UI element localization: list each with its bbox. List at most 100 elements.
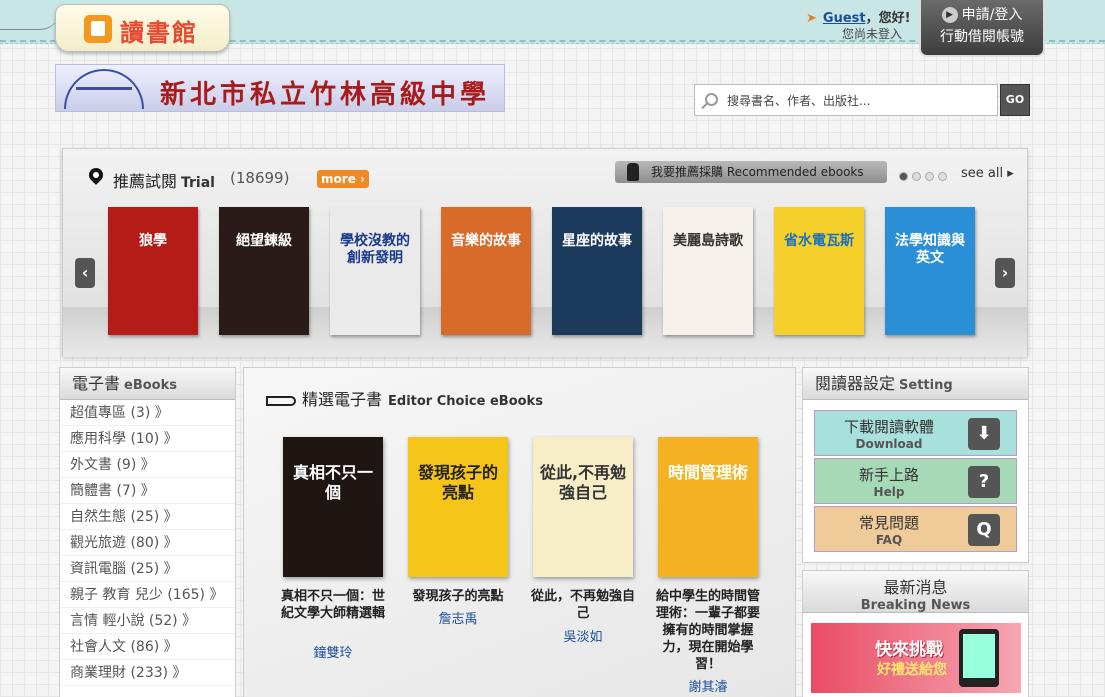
book-cover-title: 發現孩子的亮點 — [417, 463, 498, 502]
book-logo-icon — [84, 15, 112, 43]
setting-label: 常見問題 — [858, 514, 919, 532]
ebooks-title-zh: 電子書 — [72, 374, 121, 393]
setting-label-en: Help — [873, 485, 905, 499]
faq-button[interactable]: 常見問題 FAQ Q — [814, 506, 1017, 552]
recommend-book-cover[interactable]: 省水電瓦斯 — [774, 207, 864, 335]
news-title-en: Breaking News — [860, 598, 971, 613]
recommend-title: 推薦試閱 Trial — [113, 168, 215, 192]
logo-text: 讀書館 — [120, 19, 198, 47]
recommend-book-cover[interactable]: 美麗島詩歌 — [663, 207, 753, 335]
category-item[interactable]: 社會人文 (86) 》 — [60, 634, 235, 660]
editor-choice-title-en: Editor Choice eBooks — [388, 394, 543, 409]
search-input[interactable] — [727, 91, 987, 111]
recommend-book-cover[interactable]: 法學知識與英文 — [885, 207, 975, 335]
location-pin-icon — [86, 165, 106, 185]
recommend-purchase-button[interactable]: 我要推薦採購 Recommended ebooks — [615, 161, 887, 183]
category-item[interactable]: 商業理財 (233) 》 — [60, 660, 235, 686]
carousel-next-button[interactable]: › — [995, 258, 1015, 288]
recommend-book-cover[interactable]: 星座的故事 — [552, 207, 642, 335]
category-item[interactable]: 言情 輕小說 (52) 》 — [60, 608, 235, 634]
category-item[interactable]: 應用科學 (10) 》 — [60, 426, 235, 452]
recommend-book-cover[interactable]: 絕望鍊級 — [219, 207, 309, 335]
recommend-purchase-label: 我要推薦採購 Recommended ebooks — [651, 165, 864, 179]
see-all-label: see all — [961, 166, 1004, 181]
help-icon: ? — [968, 466, 1000, 498]
carousel-dot[interactable] — [925, 172, 934, 181]
setting-label-en: Download — [855, 437, 923, 451]
book-author-link[interactable]: 吳淡如 — [528, 626, 638, 645]
setting-label-en: FAQ — [875, 533, 903, 547]
ebooks-category-panel: 電子書 eBooks 超值專區 (3) 》應用科學 (10) 》外文書 (9) 》… — [59, 367, 236, 697]
book-cover-title: 法學知識與英文 — [895, 233, 965, 266]
category-item[interactable]: 自然生態 (25) 》 — [60, 504, 235, 530]
editor-choice-book-cover[interactable]: 時間管理術 — [658, 437, 758, 577]
setting-label: 下載閱讀軟體 — [843, 418, 934, 436]
editor-choice-panel: 精選電子書 Editor Choice eBooks 真相不只一個真相不只一個：世… — [243, 367, 796, 697]
carousel-dot[interactable] — [899, 172, 908, 181]
editor-choice-title-zh: 精選電子書 — [302, 390, 383, 409]
hand-icon — [627, 163, 639, 181]
book-title-link[interactable]: 發現孩子的亮點 — [403, 588, 513, 605]
book-cover-title: 真相不只一個 — [292, 463, 373, 502]
category-item[interactable]: 親子 教育 兒少 (165) 》 — [60, 582, 235, 608]
editor-choice-book-cover[interactable]: 發現孩子的亮點 — [408, 437, 508, 577]
recommend-book-cover[interactable]: 狼學 — [108, 207, 198, 335]
reader-settings-panel: 閱讀器設定 Setting 下載閱讀軟體 Download ⬇ 新手上路 Help? 常見問… — [802, 367, 1029, 563]
book-title-link[interactable]: 給中學生的時間管理術：一輩子都要擁有的時間掌握力，現在開始學習！ — [653, 588, 763, 673]
school-seal-icon — [64, 69, 144, 109]
book-title-link[interactable]: 真相不只一個：世紀文學大師精選輯 — [278, 588, 388, 622]
category-list: 超值專區 (3) 》應用科學 (10) 》外文書 (9) 》簡體書 (7) 》自… — [60, 400, 235, 686]
school-banner[interactable]: 新北市私立竹林高級中學 — [55, 64, 505, 112]
book-author-link[interactable]: 謝其濬 — [653, 676, 763, 695]
news-title-zh: 最新消息 — [883, 578, 948, 597]
category-item[interactable]: 觀光旅遊 (80) 》 — [60, 530, 235, 556]
book-cover-title: 狼學 — [139, 233, 167, 249]
settings-header: 閱讀器設定 Setting — [803, 368, 1028, 400]
pointing-hand-icon — [266, 395, 296, 406]
help-button[interactable]: 新手上路 Help? — [814, 458, 1017, 504]
search-go-button[interactable]: GO — [1000, 84, 1030, 116]
settings-title-zh: 閱讀器設定 — [815, 374, 896, 393]
download-icon: ⬇ — [968, 418, 1000, 450]
ebooks-title-en: eBooks — [124, 378, 177, 393]
faq-icon: Q — [968, 514, 1000, 546]
carousel-prev-button[interactable]: ‹ — [75, 258, 95, 288]
arrow-icon: ➤ — [806, 11, 817, 26]
recommend-book-cover[interactable]: 音樂的故事 — [441, 207, 531, 335]
category-item[interactable]: 資訊電腦 (25) 》 — [60, 556, 235, 582]
see-all-link[interactable]: see all ▸ — [961, 166, 1014, 181]
more-label: more — [321, 172, 356, 186]
book-cover-title: 星座的故事 — [562, 233, 632, 249]
news-banner[interactable]: 快來挑戰 好禮送給您 — [811, 623, 1021, 693]
book-cover-title: 從此,不再勉強自己 — [539, 463, 627, 502]
book-author-link[interactable]: 鐘雙玲 — [278, 642, 388, 661]
book-cover-title: 絕望鍊級 — [236, 233, 292, 249]
settings-title-en: Setting — [899, 378, 953, 393]
download-reader-button[interactable]: 下載閱讀軟體 Download ⬇ — [814, 410, 1017, 456]
more-button[interactable]: more › — [317, 170, 369, 188]
editor-choice-book-cover[interactable]: 真相不只一個 — [283, 437, 383, 577]
carousel-dot[interactable] — [912, 172, 921, 181]
login-status: 您尚未登入 — [842, 27, 903, 41]
book-title-link[interactable]: 從此，不再勉強自己 — [528, 588, 638, 622]
recommend-title-zh: 推薦試閱 — [113, 172, 178, 191]
book-cover-title: 省水電瓦斯 — [784, 233, 854, 249]
tablet-icon — [959, 629, 999, 687]
editor-choice-book-cover[interactable]: 從此,不再勉強自己 — [533, 437, 633, 577]
recommend-panel: 推薦試閱 Trial (18699) more › 我要推薦採購 Recommen… — [62, 148, 1028, 357]
search-box — [694, 84, 998, 116]
site-logo[interactable]: 讀書館 — [55, 4, 230, 52]
editor-choice-title: 精選電子書 Editor Choice eBooks — [266, 386, 543, 410]
book-cover-title: 音樂的故事 — [451, 233, 521, 249]
greeting-text: ，您好! — [865, 11, 911, 26]
category-item[interactable]: 外文書 (9) 》 — [60, 452, 235, 478]
book-cover-title: 時間管理術 — [667, 463, 748, 482]
carousel-dot[interactable] — [938, 172, 947, 181]
category-item[interactable]: 簡體書 (7) 》 — [60, 478, 235, 504]
login-button[interactable]: ▶ 申請/登入 行動借閱帳號 — [919, 0, 1045, 57]
guest-link[interactable]: Guest — [823, 11, 866, 26]
recommend-book-cover[interactable]: 學校沒教的創新發明 — [330, 207, 420, 335]
ebooks-header: 電子書 eBooks — [60, 368, 235, 400]
book-author-link[interactable]: 詹志禹 — [403, 608, 513, 627]
category-item[interactable]: 超值專區 (3) 》 — [60, 400, 235, 426]
